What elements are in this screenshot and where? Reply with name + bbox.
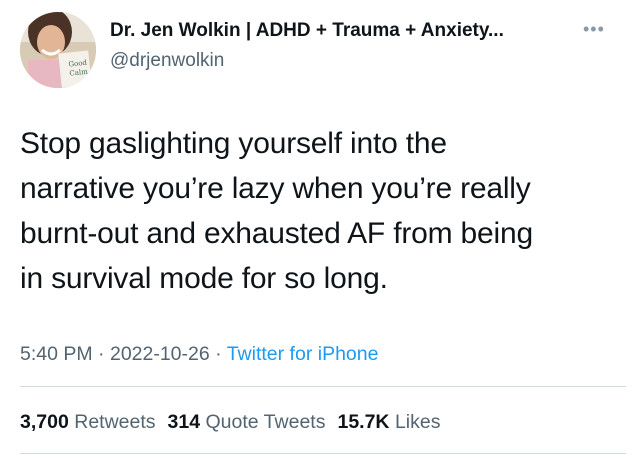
tweet-time[interactable]: 5:40 PM (20, 343, 93, 365)
tweet-meta: 5:40 PM · 2022-10-26 · Twitter for iPhon… (20, 343, 378, 366)
more-horizontal-icon[interactable]: ••• (583, 19, 605, 40)
likes-count: 15.7K (337, 411, 390, 433)
tweet-line: Stop gaslighting yourself into the (20, 127, 447, 160)
retweets-count: 3,700 (20, 411, 69, 433)
tweet-line: in survival mode for so long. (20, 262, 388, 295)
tweet-text: Stop gaslighting yourself into the narra… (20, 121, 625, 301)
divider (20, 453, 626, 454)
likes-label: Likes (394, 411, 441, 433)
divider (20, 386, 626, 387)
tweet-stats: 3,700 Retweets 314 Quote Tweets 15.7K Like… (20, 411, 440, 434)
retweets-label: Retweets (74, 411, 156, 433)
author-handle[interactable]: @drjenwolkin (110, 50, 224, 72)
tweet-line: narrative you’re lazy when you’re really (20, 172, 531, 205)
likes-stat[interactable]: 15.7K Likes (337, 411, 440, 433)
meta-separator: · (98, 343, 105, 365)
meta-separator: · (215, 343, 222, 365)
tweet-line: burnt-out and exhausted AF from being (20, 217, 533, 250)
author-name[interactable]: Dr. Jen Wolkin | ADHD + Trauma + Anxiety… (110, 20, 504, 42)
retweets-stat[interactable]: 3,700 Retweets (20, 411, 156, 433)
quotes-count: 314 (167, 411, 201, 433)
tweet-source-link[interactable]: Twitter for iPhone (227, 343, 379, 365)
quote-tweets-stat[interactable]: 314 Quote Tweets (168, 411, 326, 433)
quotes-label: Quote Tweets (205, 411, 326, 433)
avatar[interactable]: Good Calm (20, 12, 96, 88)
tweet-date[interactable]: 2022-10-26 (110, 343, 210, 365)
